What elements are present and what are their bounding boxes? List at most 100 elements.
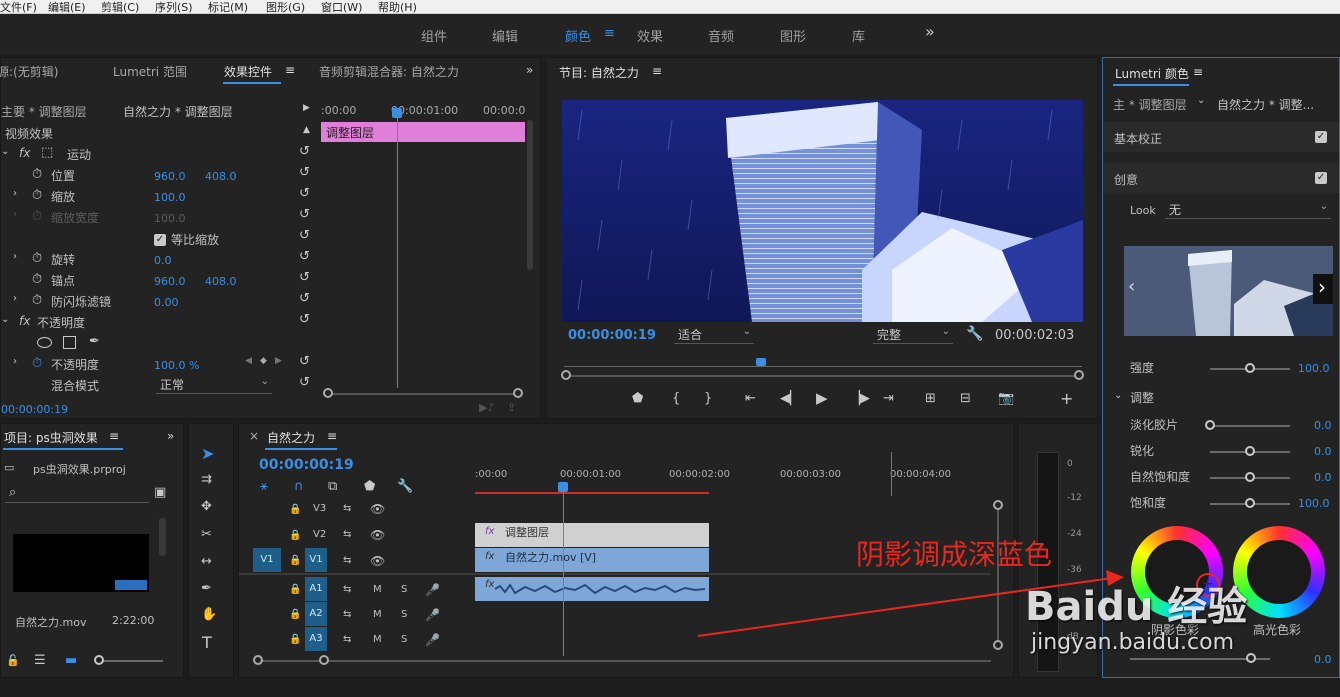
faded-film-slider[interactable] xyxy=(1210,425,1290,427)
add-button-icon[interactable]: + xyxy=(1060,389,1073,408)
anchor-x-value[interactable]: 960.0 xyxy=(154,275,186,288)
creative-checkbox[interactable]: ✓ xyxy=(1315,172,1327,184)
mark-in-icon[interactable]: { xyxy=(672,391,680,406)
chevron-down-icon[interactable]: ⌄ xyxy=(1114,390,1122,401)
sync-lock-icon[interactable]: ⇆ xyxy=(343,529,351,540)
reset-icon[interactable]: ↺ xyxy=(299,249,310,264)
lift-icon[interactable]: ⊞ xyxy=(925,391,936,406)
list-view-icon[interactable]: ☰ xyxy=(34,653,46,668)
step-back-icon[interactable]: ◀▏ xyxy=(780,391,800,406)
slider-knob[interactable] xyxy=(1245,498,1255,508)
prev-keyframe-icon[interactable]: ◀ xyxy=(245,356,252,366)
play-arrow-icon[interactable]: ▶ xyxy=(303,103,310,113)
selection-tool-icon[interactable]: ➤ xyxy=(201,444,214,463)
razor-tool-icon[interactable]: ✂ xyxy=(201,527,212,542)
reset-icon[interactable]: ↺ xyxy=(299,375,310,390)
menu-file[interactable]: 文件(F) xyxy=(0,0,37,15)
reset-icon[interactable]: ↺ xyxy=(299,186,310,201)
track-select-tool-icon[interactable]: ⇉ xyxy=(201,472,212,487)
active-clip-label[interactable]: 自然之力 * 调整图层 xyxy=(123,103,233,120)
lumetri-master-label[interactable]: 主 * 调整图层 xyxy=(1113,96,1187,113)
lock-icon[interactable]: 🔒 xyxy=(289,504,301,515)
zoom-handle-left[interactable] xyxy=(561,370,571,380)
sharpen-value[interactable]: 0.0 xyxy=(1314,445,1332,458)
panel-overflow-icon[interactable]: » xyxy=(167,429,174,443)
master-clip-label[interactable]: 主要 * 调整图层 xyxy=(1,103,87,120)
reset-icon[interactable]: ↺ xyxy=(299,228,310,243)
type-tool-icon[interactable]: T xyxy=(202,633,212,652)
timeline-playhead-line[interactable] xyxy=(563,492,564,656)
playhead-line[interactable] xyxy=(397,110,398,388)
zoom-scroll-track[interactable] xyxy=(564,375,1082,377)
export-icon[interactable]: ⇪ xyxy=(507,401,516,414)
eye-icon[interactable]: 👁 xyxy=(370,528,385,542)
basic-correction-header[interactable]: 基本校正 ✓ xyxy=(1103,122,1339,152)
lumetri-title[interactable]: Lumetri 颜色 xyxy=(1115,65,1189,82)
stopwatch-icon[interactable]: ⏱ xyxy=(32,251,42,266)
transform-box-icon[interactable]: ⬚ xyxy=(41,145,53,160)
expand-arrow-icon[interactable]: ⌄ xyxy=(1,314,9,325)
sync-lock-icon[interactable]: ⇆ xyxy=(343,503,351,514)
horizontal-scrollbar[interactable] xyxy=(323,393,523,395)
shadow-color-wheel[interactable]: + xyxy=(1131,526,1223,618)
stopwatch-icon[interactable]: ⏱ xyxy=(32,356,42,371)
ellipse-mask-icon[interactable] xyxy=(37,337,52,348)
extract-icon[interactable]: ⊟ xyxy=(960,391,971,406)
lock-icon[interactable]: 🔒 xyxy=(289,609,301,620)
next-look-button[interactable]: › xyxy=(1313,274,1333,304)
microphone-icon[interactable]: 🎤 xyxy=(425,608,440,622)
stopwatch-icon[interactable]: ⏱ xyxy=(32,272,42,287)
faded-film-value[interactable]: 0.0 xyxy=(1314,419,1332,432)
timeline-horizontal-scrollbar[interactable] xyxy=(255,660,991,662)
slider-knob[interactable] xyxy=(1205,420,1215,430)
program-timecode[interactable]: 00:00:00:19 xyxy=(568,328,656,343)
tab-lumetri-scopes[interactable]: Lumetri 范围 xyxy=(113,63,187,80)
lumetri-clip-label[interactable]: 自然之力 * 调整... xyxy=(1217,96,1314,113)
scroll-handle-top[interactable] xyxy=(993,500,1003,510)
position-x-value[interactable]: 960.0 xyxy=(154,170,186,183)
fx-badge-icon[interactable]: fx xyxy=(19,146,30,160)
linked-selection-icon[interactable]: ∩ xyxy=(294,479,304,494)
menu-edit[interactable]: 编辑(E) xyxy=(48,0,86,15)
playhead-handle[interactable] xyxy=(392,108,402,118)
solo-button[interactable]: S xyxy=(401,634,407,645)
workspace-menu-icon[interactable]: ≡ xyxy=(604,26,615,41)
clip-thumbnail[interactable] xyxy=(13,534,149,592)
zoom-handle-right[interactable] xyxy=(319,655,329,665)
video-audio-divider[interactable] xyxy=(239,573,991,575)
timeline-playhead-handle[interactable] xyxy=(558,482,568,492)
workspace-effects[interactable]: 效果 xyxy=(637,26,663,45)
lock-icon[interactable]: 🔒 xyxy=(289,555,301,566)
solo-button[interactable]: S xyxy=(401,584,407,595)
quality-dropdown[interactable]: 完整 ⌄ xyxy=(873,326,953,344)
sequence-title[interactable]: 自然之力 xyxy=(267,429,315,446)
program-playhead[interactable] xyxy=(755,358,766,366)
reset-icon[interactable]: ↺ xyxy=(299,144,310,159)
eye-icon[interactable]: 👁 xyxy=(370,502,385,516)
icon-view-icon[interactable]: ▬ xyxy=(65,653,77,668)
lock-icon[interactable]: 🔒 xyxy=(289,530,301,541)
lock-icon[interactable]: 🔓 xyxy=(6,654,20,667)
workspace-assembly[interactable]: 组件 xyxy=(421,26,447,45)
menu-help[interactable]: 帮助(H) xyxy=(378,0,417,15)
reset-icon[interactable]: ↺ xyxy=(299,165,310,180)
track-name[interactable]: V2 xyxy=(313,529,326,540)
clip-name[interactable]: 自然之力.mov xyxy=(15,614,86,630)
lock-icon[interactable]: 🔒 xyxy=(289,584,301,595)
export-frame-icon[interactable]: 📷 xyxy=(998,391,1014,406)
mini-ruler[interactable]: :00:00 00:00:01:00 00:00:0 xyxy=(321,98,525,120)
basic-correction-checkbox[interactable]: ✓ xyxy=(1315,131,1327,143)
ripple-edit-tool-icon[interactable]: ✥ xyxy=(201,499,212,514)
zoom-slider[interactable] xyxy=(97,660,163,662)
menu-graphics[interactable]: 图形(G) xyxy=(266,0,305,15)
wrench-icon[interactable]: 🔧 xyxy=(966,326,983,342)
pen-mask-icon[interactable]: ✒ xyxy=(89,334,100,349)
stopwatch-icon[interactable]: ⏱ xyxy=(32,293,42,308)
mute-button[interactable]: M xyxy=(373,584,382,595)
expand-arrow-icon[interactable]: › xyxy=(13,188,17,199)
lumetri-menu-icon[interactable]: ≡ xyxy=(1193,65,1203,79)
timeline-ruler[interactable]: :00:00 00:00:01:00 00:00:02:00 00:00:03:… xyxy=(475,464,995,496)
reset-icon[interactable]: ↺ xyxy=(299,354,310,369)
program-title[interactable]: 节目: 自然之力 xyxy=(559,64,639,81)
look-preview-thumbnail[interactable]: ‹ › xyxy=(1124,246,1333,336)
